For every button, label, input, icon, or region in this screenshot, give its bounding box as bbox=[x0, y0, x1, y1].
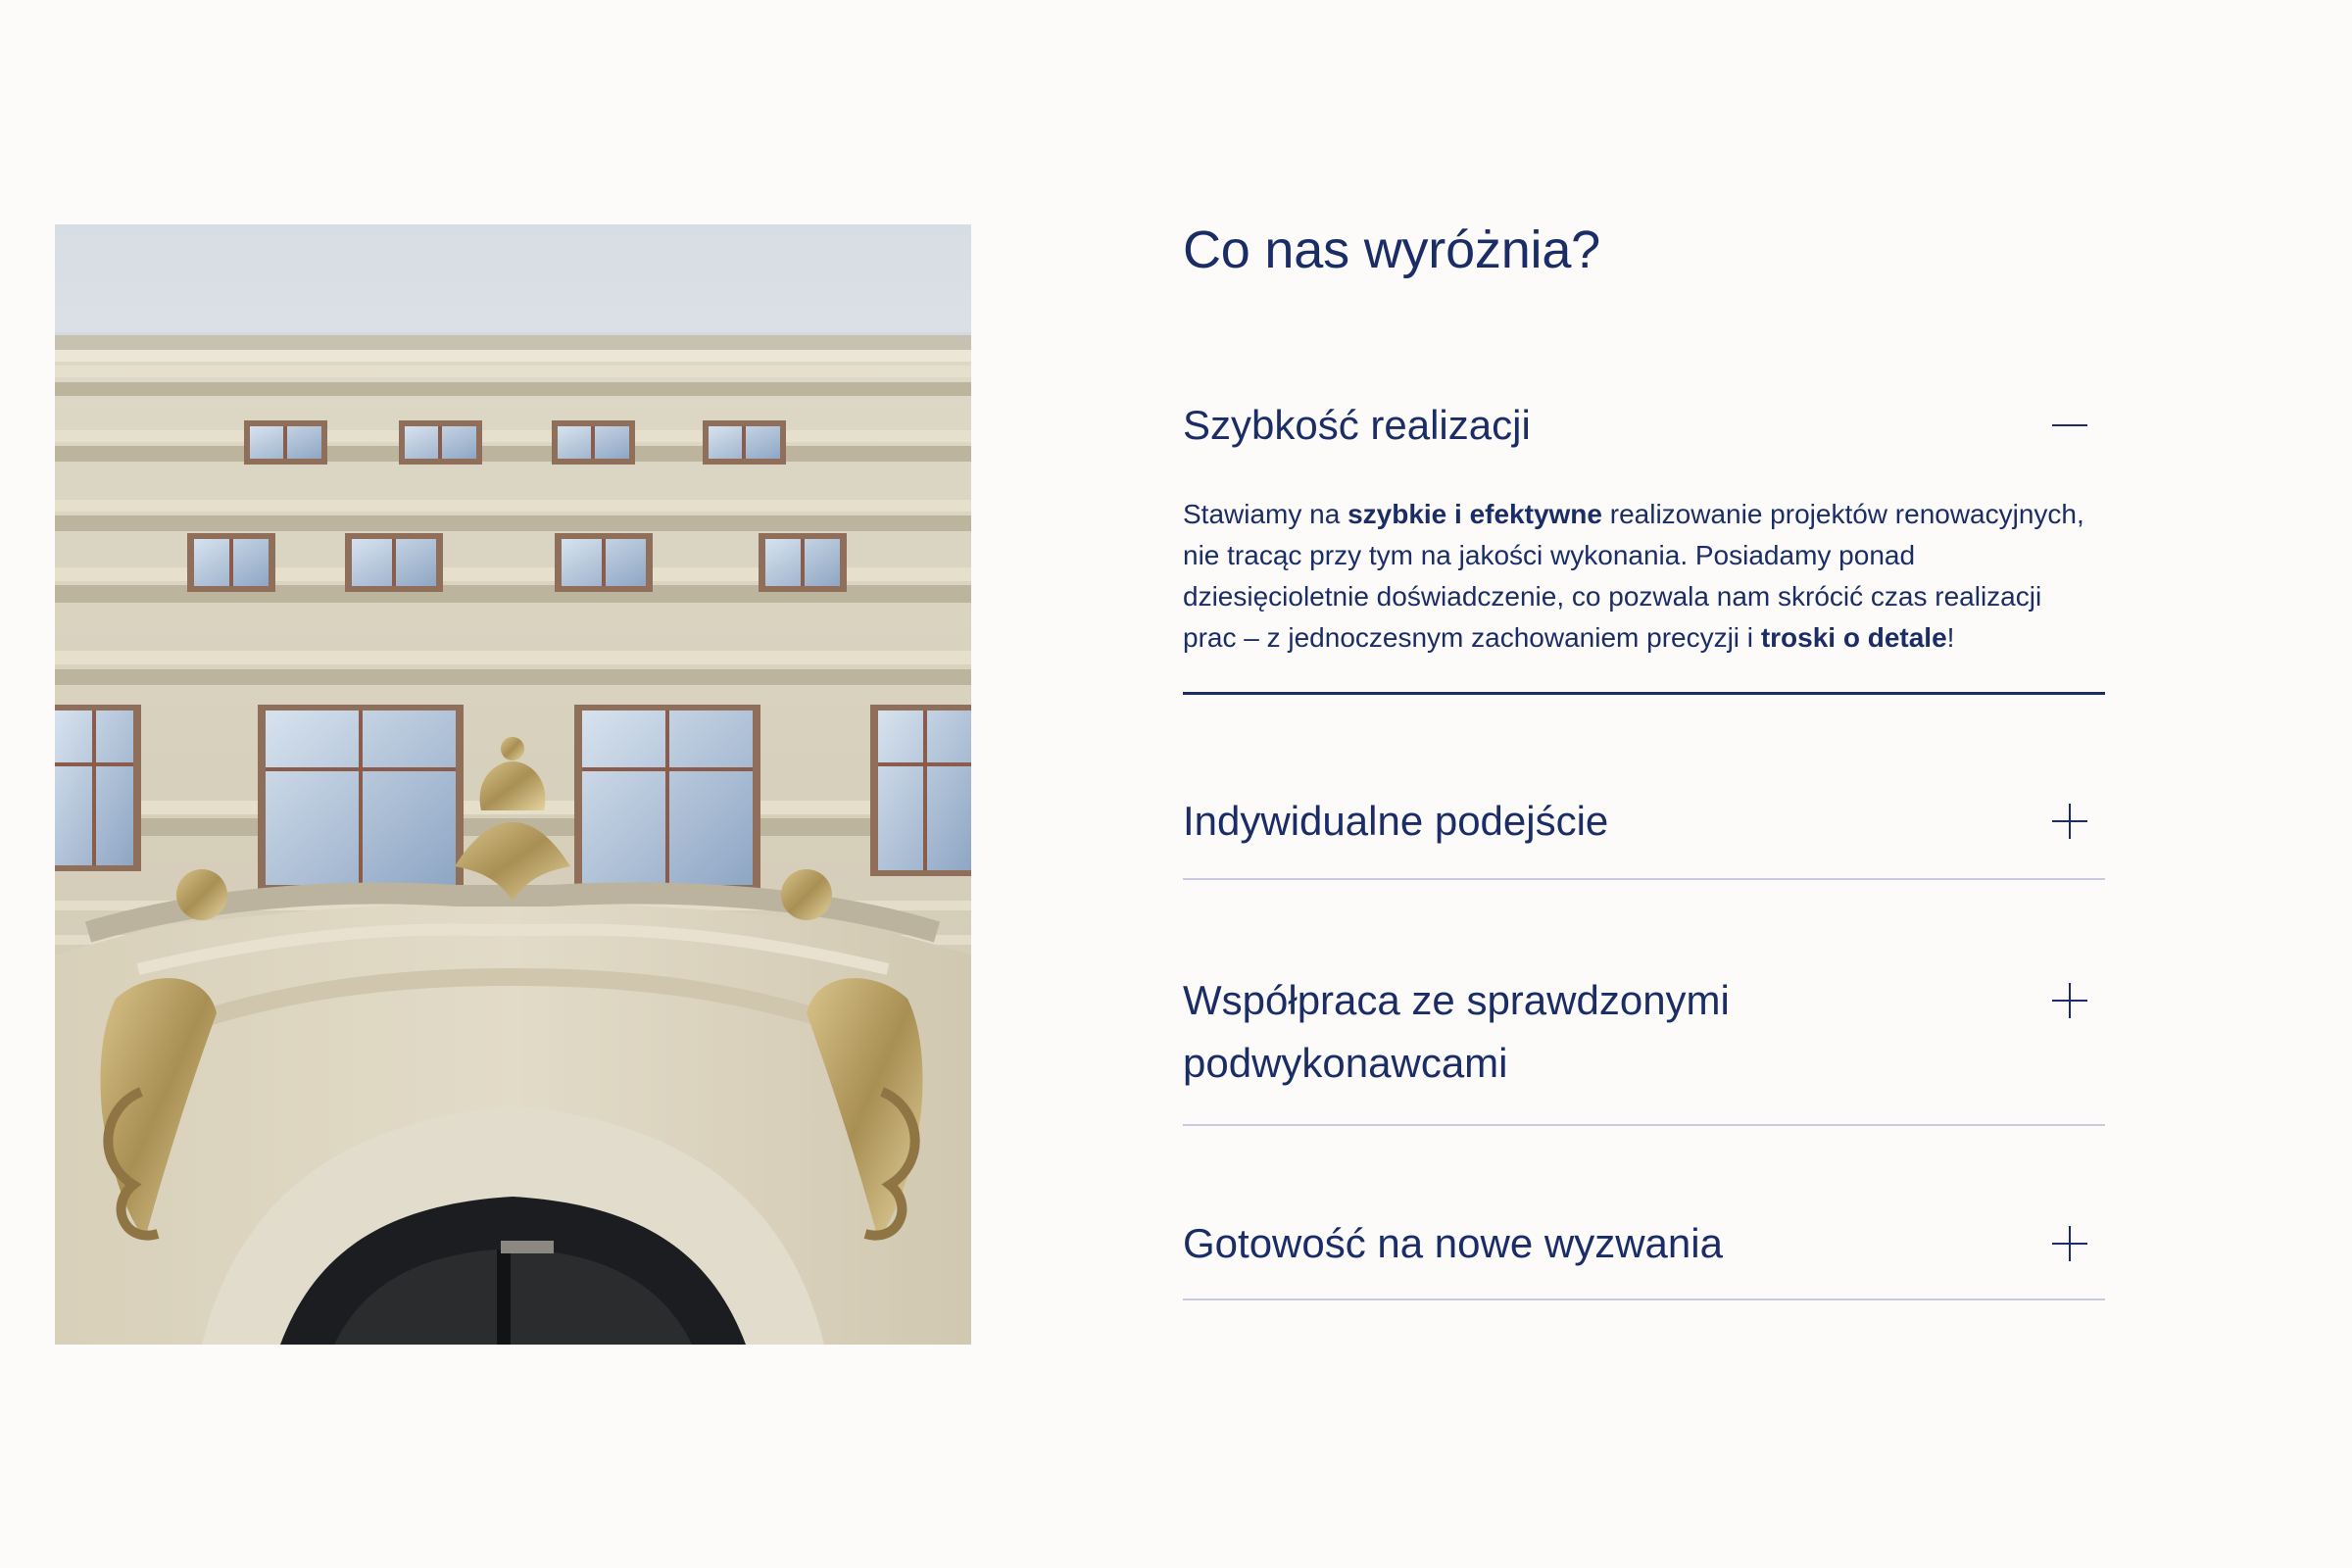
accordion-title: Współpraca ze sprawdzonymi podwykonawcam… bbox=[1183, 977, 1730, 1087]
accordion-item-individual-approach: Indywidualne podejście bbox=[1183, 790, 2105, 881]
features-content: Co nas wyróżnia? Szybkość realizacji Sta… bbox=[1183, 220, 2105, 1301]
accordion-item-new-challenges: Gotowość na nowe wyzwania bbox=[1183, 1212, 2105, 1301]
plus-icon[interactable] bbox=[2050, 981, 2089, 1020]
accordion-item-subcontractors: Współpraca ze sprawdzonymi podwykonawcam… bbox=[1183, 969, 2105, 1127]
accordion-item-speed: Szybkość realizacji Stawiamy na szybkie … bbox=[1183, 394, 2105, 696]
accordion-title: Gotowość na nowe wyzwania bbox=[1183, 1220, 1723, 1267]
accordion-body-speed: Stawiamy na szybkie i efektywne realizow… bbox=[1183, 457, 2089, 692]
body-text-strong: troski o detale bbox=[1760, 622, 1947, 654]
building-facade-photo bbox=[55, 224, 971, 1345]
accordion-header-new-challenges[interactable]: Gotowość na nowe wyzwania bbox=[1183, 1212, 2105, 1298]
features-accordion: Szybkość realizacji Stawiamy na szybkie … bbox=[1183, 394, 2105, 1301]
accordion-header-subcontractors[interactable]: Współpraca ze sprawdzonymi podwykonawcam… bbox=[1183, 969, 2105, 1124]
section-title: Co nas wyróżnia? bbox=[1183, 220, 1601, 279]
accordion-title: Indywidualne podejście bbox=[1183, 798, 1609, 845]
plus-icon[interactable] bbox=[2050, 1224, 2089, 1263]
page: Co nas wyróżnia? Szybkość realizacji Sta… bbox=[0, 0, 2352, 1568]
minus-icon[interactable] bbox=[2050, 406, 2089, 445]
accordion-title: Szybkość realizacji bbox=[1183, 402, 1531, 449]
accordion-header-speed[interactable]: Szybkość realizacji bbox=[1183, 394, 2105, 457]
body-text-strong: szybkie i efektywne bbox=[1348, 499, 1602, 530]
body-text-part: Stawiamy na bbox=[1183, 499, 1348, 530]
plus-icon[interactable] bbox=[2050, 802, 2089, 841]
body-text-part: ! bbox=[1946, 622, 1955, 654]
accordion-header-individual-approach[interactable]: Indywidualne podejście bbox=[1183, 790, 2105, 878]
